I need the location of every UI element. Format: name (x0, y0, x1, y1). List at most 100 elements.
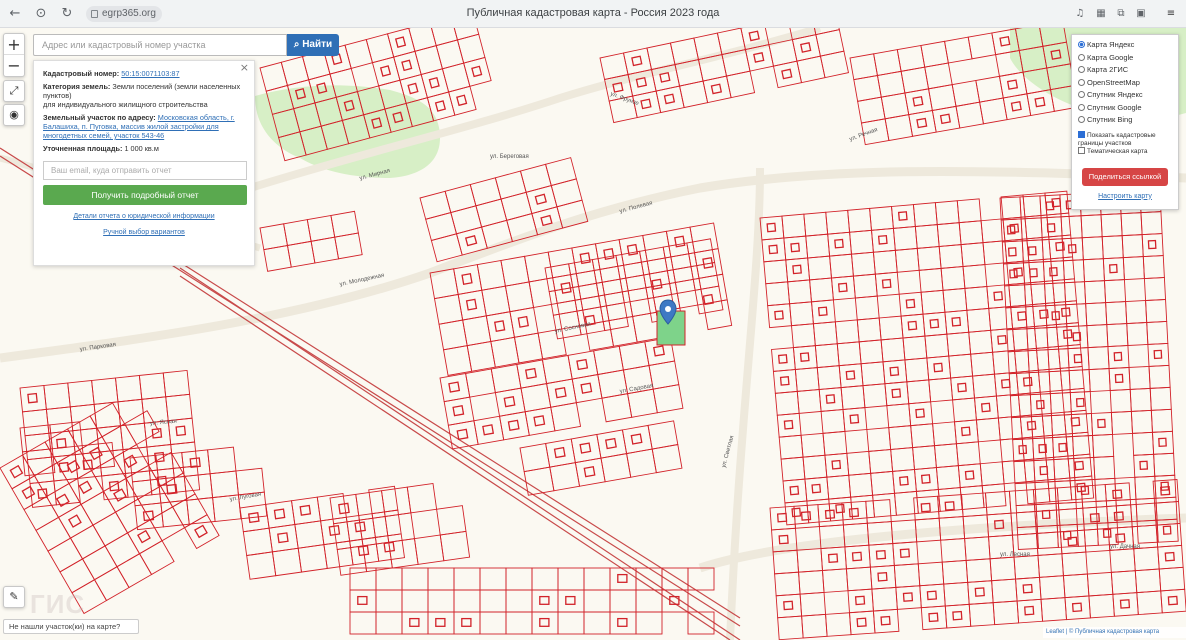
parcel (1152, 430, 1175, 455)
locate-icon[interactable]: ◉ (3, 104, 25, 126)
parcel-block (239, 485, 406, 580)
manual-select-link[interactable]: Ручной выбор вариантов (43, 228, 245, 237)
edit-icon[interactable]: ✎ (3, 586, 25, 608)
parcel (429, 28, 459, 47)
parcel (935, 465, 961, 490)
parcel (349, 536, 380, 566)
parcel (1109, 548, 1136, 573)
show-cadastral-option[interactable]: Показать кадастровые границы участков (1078, 130, 1172, 147)
parcel (463, 56, 492, 87)
layer-option[interactable]: Карта 2ГИС (1078, 64, 1172, 77)
cad-number-link[interactable]: 50:15:0071103:87 (121, 69, 179, 78)
radio-button[interactable] (1078, 103, 1085, 111)
checkbox[interactable] (1078, 147, 1085, 154)
radio-button[interactable] (1078, 53, 1085, 61)
radio-button[interactable] (1078, 78, 1085, 86)
parcel (457, 289, 487, 321)
parcel (1110, 410, 1133, 435)
close-icon[interactable]: × (240, 62, 249, 73)
layer-option[interactable]: Карта Google (1078, 52, 1172, 65)
search-button[interactable]: ⌕ Найти (287, 34, 339, 56)
layer-option[interactable]: Спутник Яндекс (1078, 89, 1172, 102)
checkbox[interactable] (1078, 130, 1085, 138)
parcel (912, 202, 938, 227)
parcel (652, 384, 684, 414)
building (790, 242, 801, 253)
parcel (846, 450, 872, 476)
parcel (286, 240, 316, 268)
parcel (871, 586, 898, 612)
parcel (336, 545, 368, 576)
parcel (965, 558, 993, 583)
building (58, 461, 70, 473)
thematic-option[interactable]: Тематическая карта (1078, 147, 1172, 160)
feedback-button[interactable]: Не нашли участок(ки) на карте? (3, 619, 139, 634)
parcel (375, 589, 403, 613)
parcel (101, 423, 138, 459)
parcel (1090, 411, 1114, 436)
parcel (116, 553, 153, 589)
shield-icon[interactable]: ▣ (1134, 7, 1148, 21)
get-report-button[interactable]: Получить подробный отчет (43, 185, 247, 205)
cad-label: Кадастровый номер: (43, 69, 120, 78)
building (1029, 268, 1038, 278)
parcel (694, 285, 724, 315)
parcel (183, 514, 220, 550)
parcel (621, 424, 653, 455)
map-attribution[interactable]: Leaflet | © Публичная кадастровая карта (1043, 627, 1186, 638)
parcel (550, 178, 583, 208)
grid-icon[interactable]: ▦ (1094, 7, 1108, 21)
parcel (799, 591, 827, 617)
parcel (825, 209, 851, 235)
parcel (45, 482, 82, 518)
category-row: Категория земель: Земли поселений (земли… (43, 82, 245, 109)
parcel (1126, 322, 1149, 346)
parcel (246, 551, 277, 580)
layer-option[interactable]: Спутник Bing (1078, 114, 1172, 127)
setup-map-link[interactable]: Настроить карту (1078, 193, 1172, 200)
parcel (771, 347, 796, 372)
radio-button[interactable] (1078, 41, 1085, 48)
parcel (807, 255, 832, 281)
parcel (924, 333, 950, 359)
building (1070, 416, 1081, 427)
parcel (576, 306, 606, 336)
layer-option[interactable]: Карта Яндекс (1078, 39, 1172, 52)
building (799, 352, 810, 362)
zoom-in-button[interactable]: + (4, 34, 24, 55)
building (653, 345, 665, 357)
parcel (1110, 570, 1138, 595)
building (920, 474, 931, 484)
zoom-out-button[interactable]: − (4, 55, 24, 76)
parcel (439, 372, 471, 403)
parcel (960, 242, 986, 267)
parcel (344, 38, 374, 69)
building (1139, 460, 1149, 471)
search-input[interactable]: Адрес или кадастровый номер участка (33, 34, 287, 56)
radio-button[interactable] (1078, 116, 1085, 123)
parcel (1062, 573, 1090, 599)
ruler-icon[interactable]: ⤢ (3, 80, 25, 102)
parcel (207, 446, 237, 475)
building (825, 394, 836, 404)
share-link-button[interactable]: Поделиться ссылкой (1082, 167, 1168, 186)
layer-option[interactable]: Спутник Google (1078, 102, 1172, 115)
parcel (114, 498, 151, 534)
menu-icon[interactable]: ≡ (1164, 7, 1178, 21)
parcel (375, 611, 403, 635)
radio-button[interactable] (1078, 91, 1085, 98)
details-link[interactable]: Детали отчета о юридической информации (43, 212, 245, 221)
building (939, 113, 951, 125)
parcel (23, 495, 60, 531)
parcel (531, 567, 559, 591)
building (1049, 267, 1058, 277)
radio-button[interactable] (1078, 66, 1085, 73)
headphones-icon[interactable]: ♫ (1073, 7, 1087, 21)
park-area (255, 85, 440, 178)
extension-icon[interactable]: ⧉ (1114, 7, 1128, 21)
email-field[interactable]: Ваш email, куда отправить отчет (43, 161, 247, 180)
parcel (651, 444, 683, 474)
layer-option[interactable]: OpenStreetMap (1078, 77, 1172, 90)
parcel (1008, 372, 1031, 397)
parcel (1112, 592, 1139, 617)
